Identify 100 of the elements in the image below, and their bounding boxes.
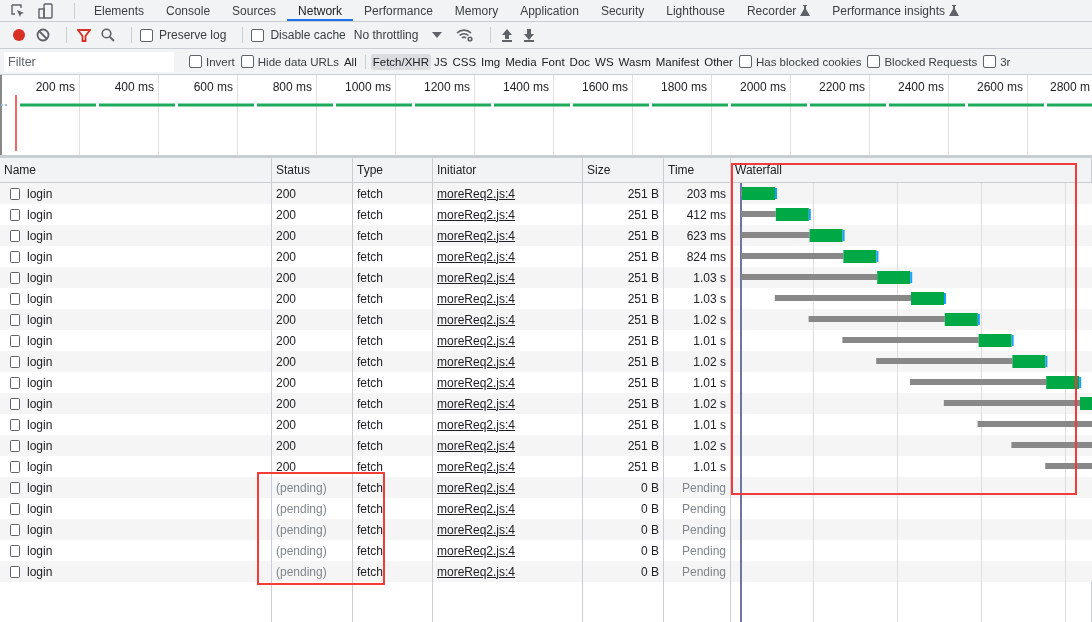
- panel-tab[interactable]: Recorder: [735, 0, 822, 21]
- time-tick-label: 600 ms: [193, 80, 233, 94]
- type-filter-button[interactable]: Img: [479, 53, 503, 70]
- type-filter-button[interactable]: Doc: [567, 53, 593, 70]
- panel-tab[interactable]: Application: [509, 0, 590, 21]
- filter-field[interactable]: Filter: [4, 51, 174, 72]
- panel-tab[interactable]: Lighthouse: [655, 0, 736, 21]
- size-cell: 251 B: [583, 435, 664, 456]
- search-icon[interactable]: [101, 28, 115, 42]
- size-cell: 0 B: [583, 477, 664, 498]
- request-name[interactable]: login: [27, 459, 53, 474]
- document-icon: [10, 292, 20, 305]
- request-name[interactable]: login: [27, 543, 53, 558]
- column-header[interactable]: Type: [353, 158, 433, 182]
- initiator-link[interactable]: moreReq2.js:4: [437, 375, 516, 390]
- request-name[interactable]: login: [27, 501, 53, 516]
- column-header[interactable]: Size: [583, 158, 664, 182]
- request-name[interactable]: login: [27, 375, 53, 390]
- inspect-icon[interactable]: [10, 2, 26, 19]
- time-cell: 1.02 s: [664, 435, 731, 456]
- column-header[interactable]: Status: [272, 158, 353, 182]
- column-header[interactable]: Time: [664, 158, 731, 182]
- initiator-link[interactable]: moreReq2.js:4: [437, 396, 516, 411]
- status-cell: 200: [272, 351, 353, 372]
- filter-checkbox[interactable]: Invert: [189, 55, 235, 68]
- filter-icon[interactable]: [77, 28, 91, 42]
- initiator-link[interactable]: moreReq2.js:4: [437, 291, 516, 306]
- request-name[interactable]: login: [27, 354, 53, 369]
- type-filter-button[interactable]: CSS: [450, 53, 479, 70]
- type-cell: fetch: [353, 561, 433, 582]
- request-name[interactable]: login: [27, 207, 53, 222]
- initiator-link[interactable]: moreReq2.js:4: [437, 354, 516, 369]
- initiator-link[interactable]: moreReq2.js:4: [437, 501, 516, 516]
- panel-tab[interactable]: Elements: [83, 0, 156, 21]
- panel-tab[interactable]: Console: [155, 0, 222, 21]
- initiator-link[interactable]: moreReq2.js:4: [437, 312, 516, 327]
- disable-cache-checkbox[interactable]: Disable cache: [251, 28, 346, 42]
- panel-tab[interactable]: Memory: [443, 0, 510, 21]
- panel-tab[interactable]: Sources: [221, 0, 288, 21]
- preserve-log-checkbox[interactable]: Preserve log: [140, 28, 227, 42]
- request-name[interactable]: login: [27, 312, 53, 327]
- panel-tab[interactable]: Performance insights: [821, 0, 971, 21]
- request-name[interactable]: login: [27, 228, 53, 243]
- upload-icon[interactable]: [501, 28, 514, 42]
- initiator-link[interactable]: moreReq2.js:4: [437, 480, 516, 495]
- initiator-link[interactable]: moreReq2.js:4: [437, 564, 516, 579]
- request-name[interactable]: login: [27, 186, 53, 201]
- type-filter-button[interactable]: Wasm: [616, 53, 653, 70]
- time-cell: Pending: [664, 477, 731, 498]
- initiator-link[interactable]: moreReq2.js:4: [437, 522, 516, 537]
- size-cell: 251 B: [583, 351, 664, 372]
- wifi-settings-icon[interactable]: [456, 28, 475, 42]
- type-filter-button[interactable]: Font: [539, 53, 567, 70]
- initiator-link[interactable]: moreReq2.js:4: [437, 333, 516, 348]
- record-icon[interactable]: [12, 28, 26, 42]
- size-cell: 251 B: [583, 393, 664, 414]
- request-name[interactable]: login: [27, 396, 53, 411]
- status-cell: 200: [272, 435, 353, 456]
- column-header[interactable]: Name: [0, 158, 272, 182]
- download-icon[interactable]: [523, 28, 536, 42]
- type-filter-button[interactable]: JS: [432, 53, 450, 70]
- type-filter-button[interactable]: All: [341, 53, 359, 70]
- request-name[interactable]: login: [27, 480, 53, 495]
- time-tick-label: 2000 ms: [739, 80, 786, 94]
- column-header[interactable]: Waterfall: [731, 158, 1092, 182]
- clear-icon[interactable]: [36, 28, 50, 42]
- initiator-link[interactable]: moreReq2.js:4: [437, 543, 516, 558]
- document-icon: [10, 460, 20, 473]
- throttling-dropdown[interactable]: No throttling: [353, 28, 443, 42]
- type-filter-button[interactable]: Other: [702, 53, 735, 70]
- column-header[interactable]: Initiator: [433, 158, 583, 182]
- initiator-link[interactable]: moreReq2.js:4: [437, 207, 516, 222]
- request-name[interactable]: login: [27, 249, 53, 264]
- initiator-link[interactable]: moreReq2.js:4: [437, 249, 516, 264]
- request-name[interactable]: login: [27, 270, 53, 285]
- filter-checkbox[interactable]: Hide data URLs: [240, 55, 339, 68]
- request-name[interactable]: login: [27, 333, 53, 348]
- panel-tab[interactable]: Performance: [353, 0, 444, 21]
- type-filter-button[interactable]: WS: [593, 53, 616, 70]
- document-icon: [10, 481, 20, 494]
- initiator-link[interactable]: moreReq2.js:4: [437, 228, 516, 243]
- initiator-link[interactable]: moreReq2.js:4: [437, 438, 516, 453]
- filter-checkbox[interactable]: Has blocked cookies: [738, 55, 862, 68]
- type-filter-button[interactable]: Media: [503, 53, 539, 70]
- device-icon[interactable]: [38, 2, 54, 19]
- request-name[interactable]: login: [27, 417, 53, 432]
- request-name[interactable]: login: [27, 438, 53, 453]
- document-icon: [10, 502, 20, 515]
- panel-tab[interactable]: Security: [589, 0, 656, 21]
- request-name[interactable]: login: [27, 564, 53, 579]
- type-filter-button[interactable]: Manifest: [653, 53, 702, 70]
- request-name[interactable]: login: [27, 522, 53, 537]
- initiator-link[interactable]: moreReq2.js:4: [437, 270, 516, 285]
- request-name[interactable]: login: [27, 291, 53, 306]
- filter-checkbox[interactable]: Blocked Requests: [867, 55, 978, 68]
- type-filter-button[interactable]: Fetch/XHR: [370, 53, 431, 70]
- initiator-link[interactable]: moreReq2.js:4: [437, 186, 516, 201]
- initiator-link[interactable]: moreReq2.js:4: [437, 459, 516, 474]
- initiator-link[interactable]: moreReq2.js:4: [437, 417, 516, 432]
- size-cell: 0 B: [583, 519, 664, 540]
